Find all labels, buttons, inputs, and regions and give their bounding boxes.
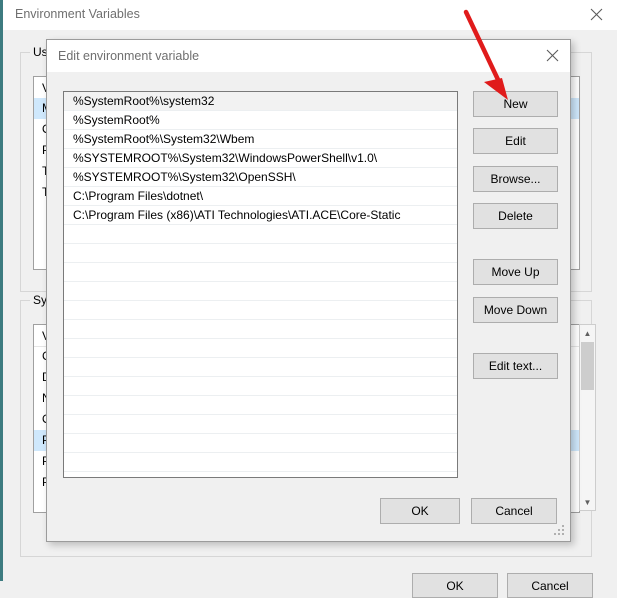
edit-button[interactable]: Edit: [473, 128, 558, 154]
close-glyph: [590, 8, 602, 20]
path-entry-row-empty[interactable]: [64, 339, 457, 358]
move-down-button[interactable]: Move Down: [473, 297, 558, 323]
delete-button[interactable]: Delete: [473, 203, 558, 229]
modal-cancel-button[interactable]: Cancel: [471, 498, 557, 524]
path-entry-row-empty[interactable]: [64, 453, 457, 472]
path-entry-row-empty[interactable]: [64, 396, 457, 415]
path-entry-row[interactable]: C:\Program Files\dotnet\: [64, 187, 457, 206]
path-entry-row-empty[interactable]: [64, 358, 457, 377]
close-glyph: [546, 49, 558, 62]
path-entry-row[interactable]: %SystemRoot%\System32\Wbem: [64, 130, 457, 149]
path-entry-row[interactable]: %SYSTEMROOT%\System32\OpenSSH\: [64, 168, 457, 187]
path-entries-listbox[interactable]: %SystemRoot%\system32 %SystemRoot% %System…: [63, 91, 458, 478]
path-entry-row-empty[interactable]: [64, 377, 457, 396]
page-title: Environment Variables: [15, 7, 140, 21]
modal-titlebar: Edit environment variable: [47, 40, 570, 72]
outer-ok-button[interactable]: OK: [412, 573, 498, 598]
new-button[interactable]: New: [473, 91, 558, 117]
scroll-down-arrow-icon[interactable]: ▼: [580, 494, 595, 510]
path-entry-row-empty[interactable]: [64, 225, 457, 244]
path-entry-row[interactable]: %SystemRoot%\system32: [64, 92, 457, 111]
outer-cancel-button[interactable]: Cancel: [507, 573, 593, 598]
path-entry-row-empty[interactable]: [64, 415, 457, 434]
path-entry-row-empty[interactable]: [64, 320, 457, 339]
resize-grip-icon[interactable]: [554, 525, 566, 537]
close-icon[interactable]: [579, 0, 613, 28]
modal-title: Edit environment variable: [58, 49, 200, 63]
move-up-button[interactable]: Move Up: [473, 259, 558, 285]
path-entry-row[interactable]: C:\Program Files (x86)\ATI Technologies\…: [64, 206, 457, 225]
scroll-up-arrow-icon[interactable]: ▲: [580, 325, 595, 341]
path-entry-row-empty[interactable]: [64, 282, 457, 301]
close-icon[interactable]: [536, 42, 568, 69]
path-entry-row-empty[interactable]: [64, 301, 457, 320]
outer-titlebar: Environment Variables: [3, 0, 617, 30]
edit-text-button[interactable]: Edit text...: [473, 353, 558, 379]
path-entry-row-empty[interactable]: [64, 244, 457, 263]
scrollbar-thumb[interactable]: [581, 342, 594, 390]
modal-ok-button[interactable]: OK: [380, 498, 460, 524]
path-entry-row[interactable]: %SYSTEMROOT%\System32\WindowsPowerShell\…: [64, 149, 457, 168]
system-variables-scrollbar[interactable]: ▲ ▼: [579, 324, 596, 511]
path-entry-row-empty[interactable]: [64, 434, 457, 453]
browse-button[interactable]: Browse...: [473, 166, 558, 192]
edit-environment-variable-dialog: Edit environment variable %SystemRoot%\s…: [46, 39, 571, 542]
path-entry-row[interactable]: %SystemRoot%: [64, 111, 457, 130]
path-entry-row-empty[interactable]: [64, 263, 457, 282]
